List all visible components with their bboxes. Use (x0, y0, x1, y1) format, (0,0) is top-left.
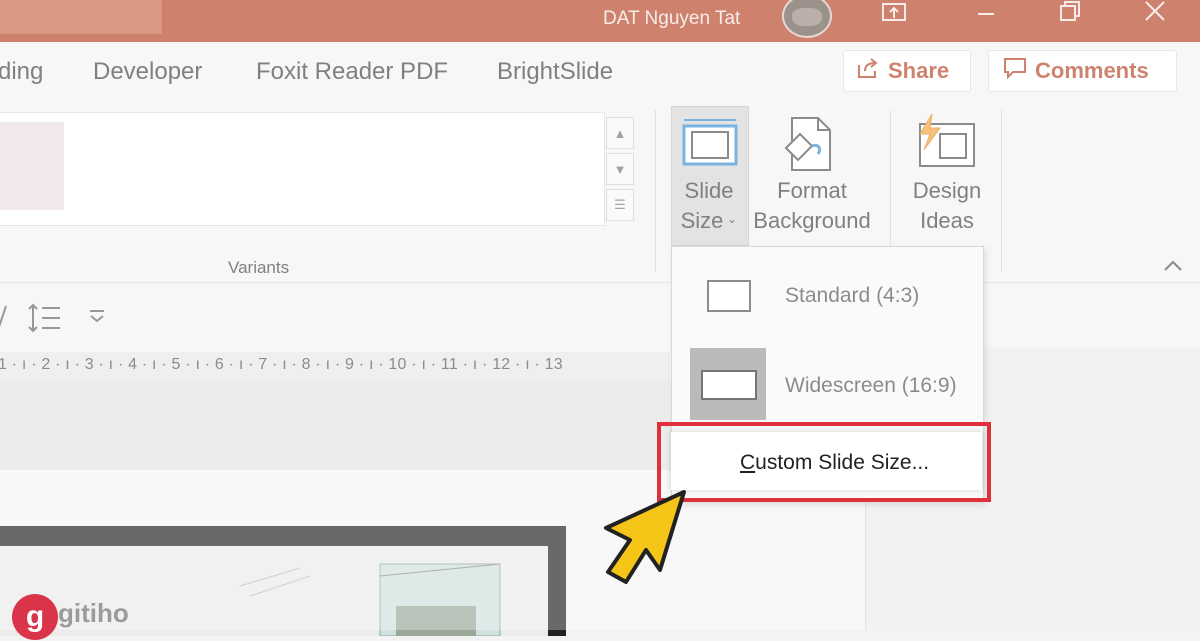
gallery-scroll-up[interactable]: ▲ (606, 117, 634, 149)
ribbon-collapse-icon[interactable] (1163, 258, 1183, 277)
format-background-label-line2[interactable]: Background (750, 206, 874, 236)
comments-label: Comments (1035, 58, 1149, 83)
close-icon[interactable] (1143, 0, 1167, 28)
toolbar-more-dropdown-icon[interactable] (88, 308, 106, 329)
slide-size-label-line1: Slide (684, 178, 734, 203)
text-direction-icon[interactable] (0, 304, 10, 337)
design-ideas-label-line2[interactable]: Ideas (904, 206, 990, 236)
highlight-box (657, 422, 991, 502)
chevron-down-icon: ⌄ (727, 212, 738, 226)
standard-option[interactable]: Standard (4:3) (785, 284, 919, 308)
share-button[interactable]: Share (843, 50, 971, 92)
comments-button[interactable]: Comments (988, 50, 1177, 92)
variants-gallery[interactable] (0, 112, 605, 226)
title-bar (0, 0, 1200, 42)
slide-size-label-line2: Size (680, 208, 724, 233)
gitiho-logo-text: gitiho (58, 598, 129, 628)
gallery-more-button[interactable]: ☰ (606, 189, 634, 221)
format-toolbar (0, 284, 1200, 348)
design-ideas-label-line1[interactable]: Design (904, 176, 990, 206)
design-ideas-icon[interactable] (914, 112, 978, 175)
tab-recording[interactable]: ding (0, 58, 43, 86)
format-background-icon[interactable] (782, 114, 838, 179)
comment-icon (1003, 57, 1027, 85)
ruler-marks: 1 · ı · 2 · ı · 3 · ı · 4 · ı · 5 · ı · … (0, 356, 563, 373)
line-spacing-icon[interactable] (26, 302, 62, 339)
tab-developer[interactable]: Developer (93, 58, 202, 86)
tab-brightslide[interactable]: BrightSlide (497, 58, 613, 86)
gitiho-logo: g (12, 594, 58, 640)
user-name[interactable]: DAT Nguyen Tat (603, 8, 740, 30)
share-icon (856, 57, 880, 85)
pointer-cursor-icon (600, 486, 690, 591)
minimize-icon[interactable] (976, 4, 996, 30)
format-background-label-line1[interactable]: Format (750, 176, 874, 206)
widescreen-option[interactable]: Widescreen (16:9) (785, 374, 957, 398)
widescreen-size-icon (701, 370, 757, 405)
search-box[interactable] (0, 0, 162, 34)
gallery-scroll-down[interactable]: ▼ (606, 153, 634, 185)
ribbon-display-options-icon[interactable] (880, 2, 908, 32)
variants-group-label: Variants (228, 258, 290, 277)
share-label: Share (888, 58, 950, 83)
variant-thumbnail[interactable] (0, 122, 64, 210)
restore-icon[interactable] (1058, 0, 1082, 28)
tab-foxit-reader-pdf[interactable]: Foxit Reader PDF (256, 58, 448, 86)
standard-size-icon (707, 280, 751, 317)
slide-size-icon (680, 116, 740, 173)
